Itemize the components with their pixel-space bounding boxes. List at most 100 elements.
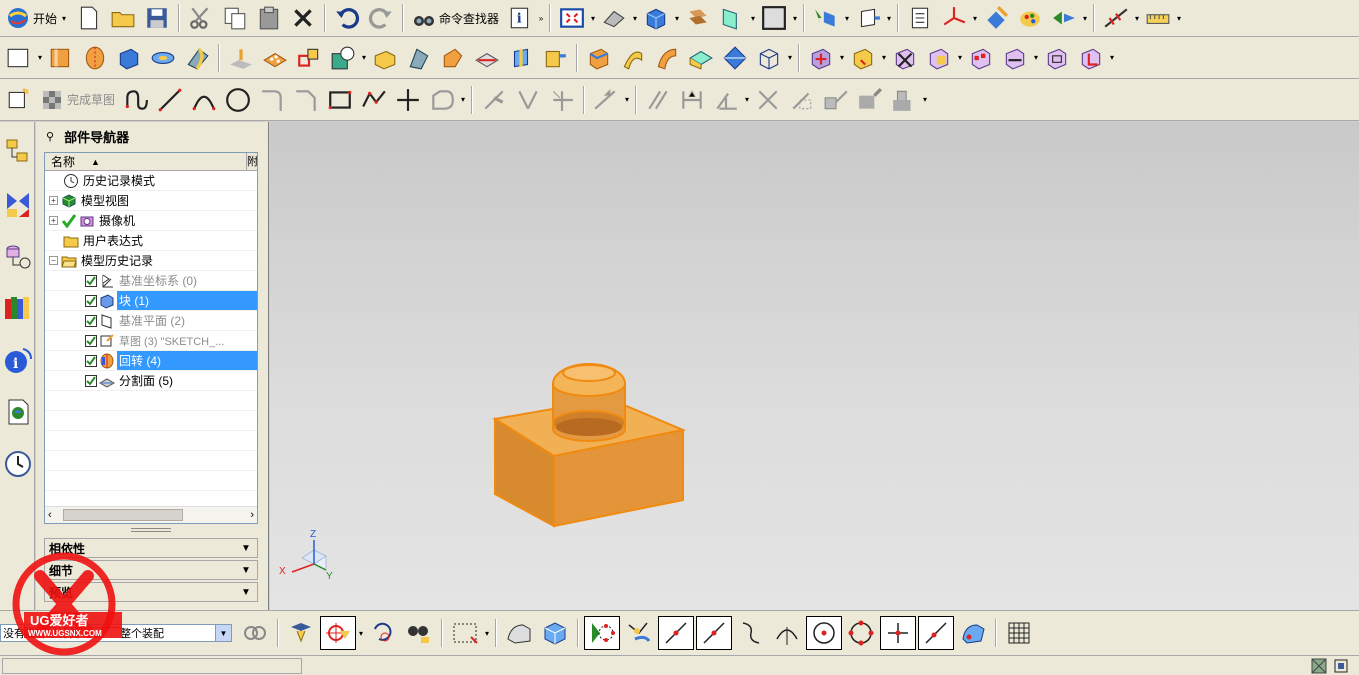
assembly-navigator-tab[interactable]: [1, 132, 34, 172]
offset-region-button[interactable]: [1041, 42, 1073, 74]
tree-item-camera[interactable]: + 摄像机: [45, 211, 257, 231]
part-navigator-tab[interactable]: [1, 236, 34, 276]
sweep-button[interactable]: [617, 42, 649, 74]
visibility-checkbox[interactable]: [85, 274, 97, 287]
pull-face-button[interactable]: [847, 42, 879, 74]
circle-button[interactable]: [222, 84, 254, 116]
expand-icon[interactable]: +: [49, 196, 58, 205]
chevron-down-icon[interactable]: ▾: [1081, 14, 1089, 23]
sketch-button[interactable]: [3, 42, 35, 74]
datum-plane-button[interactable]: [225, 42, 257, 74]
chevron-down-icon[interactable]: ▾: [921, 95, 929, 104]
delete-face-button[interactable]: [889, 42, 921, 74]
selection-intent-button[interactable]: [320, 616, 356, 650]
undo-button[interactable]: [331, 2, 363, 34]
alternate-solution-button[interactable]: [820, 84, 852, 116]
point-button[interactable]: [392, 84, 424, 116]
cut-button[interactable]: [185, 2, 217, 34]
show-constraints-button[interactable]: [676, 84, 708, 116]
scroll-left-icon[interactable]: ‹: [48, 509, 52, 521]
sketch-task-button[interactable]: [3, 84, 35, 116]
chevron-down-icon[interactable]: ▼: [239, 541, 253, 555]
tree-item-datum-csys[interactable]: 基准坐标系 (0): [45, 271, 257, 291]
tree-item-history-mode[interactable]: 历史记录模式: [45, 171, 257, 191]
navigator-tree[interactable]: 名称 ▲ 附 历史记录模式 + 模型视图 + 摄像机 用户表达式 − 模型历史记…: [44, 152, 258, 524]
copy-face-button[interactable]: [923, 42, 955, 74]
offset-curve-button[interactable]: [426, 84, 458, 116]
chevron-down-icon[interactable]: ▼: [239, 563, 253, 577]
tree-item-user-expressions[interactable]: 用户表达式: [45, 231, 257, 251]
constraint-navigator-tab[interactable]: [1, 184, 34, 224]
quick-extend-button[interactable]: [512, 84, 544, 116]
tree-item-divide-face[interactable]: 分割面 (5): [45, 371, 257, 391]
sketch-relations-button[interactable]: [888, 84, 920, 116]
selection-mode-icon[interactable]: [1311, 658, 1327, 674]
selection-filter-button[interactable]: [810, 2, 842, 34]
finish-sketch-button[interactable]: 完成草图: [36, 84, 119, 116]
end-point-button[interactable]: [658, 616, 694, 650]
scroll-right-icon[interactable]: ›: [250, 509, 254, 521]
convert-reference-button[interactable]: [786, 84, 818, 116]
through-curves-button[interactable]: [651, 42, 683, 74]
background-button[interactable]: [758, 2, 790, 34]
rotate-snap-button[interactable]: [366, 616, 400, 650]
chevron-down-icon[interactable]: ▾: [357, 629, 365, 638]
shell-button[interactable]: [369, 42, 401, 74]
selection-scope-value[interactable]: 整个装配: [118, 625, 166, 641]
chevron-down-icon[interactable]: ▾: [589, 14, 597, 23]
chevron-down-icon[interactable]: ▾: [673, 14, 681, 23]
panel-splitter[interactable]: [131, 528, 171, 532]
chevron-down-icon[interactable]: ▾: [1175, 14, 1183, 23]
control-point-button[interactable]: [734, 616, 768, 650]
polygon-button[interactable]: [358, 84, 390, 116]
tree-item-revolve[interactable]: 回转 (4): [45, 351, 257, 371]
paste-button[interactable]: [253, 2, 285, 34]
wireframe-button[interactable]: [753, 42, 785, 74]
block-button[interactable]: [113, 42, 145, 74]
visibility-checkbox[interactable]: [85, 294, 97, 307]
cylinder-button[interactable]: [147, 42, 179, 74]
line-button[interactable]: [154, 84, 186, 116]
chevron-down-icon[interactable]: ▾: [749, 14, 757, 23]
shaded-view-button[interactable]: [640, 2, 672, 34]
pin-icon[interactable]: ⚲: [46, 130, 54, 143]
information-list-button[interactable]: [904, 2, 936, 34]
chevron-down-icon[interactable]: ▾: [956, 53, 964, 62]
rectangle-button[interactable]: [324, 84, 356, 116]
start-button[interactable]: 开始 ▾: [2, 2, 72, 34]
rendering-style-button[interactable]: [598, 2, 630, 34]
chevron-down-icon[interactable]: ▾: [631, 14, 639, 23]
edit-object-button[interactable]: [980, 2, 1012, 34]
boss-top-recess[interactable]: [562, 364, 616, 382]
resize-face-button[interactable]: [999, 42, 1031, 74]
chevron-down-icon[interactable]: ▾: [36, 53, 44, 62]
auto-constrain-button[interactable]: [710, 84, 742, 116]
info-window-tab[interactable]: i: [1, 340, 34, 380]
save-button[interactable]: [141, 2, 173, 34]
tree-item-model-views[interactable]: + 模型视图: [45, 191, 257, 211]
chevron-down-icon[interactable]: ▾: [459, 95, 467, 104]
arc-button[interactable]: [188, 84, 220, 116]
horizontal-scrollbar[interactable]: ‹ ›: [45, 506, 257, 523]
show-hide-button[interactable]: [1048, 2, 1080, 34]
offset-face-button[interactable]: [539, 42, 571, 74]
geometric-constraint-button[interactable]: [642, 84, 674, 116]
chevron-down-icon[interactable]: ▾: [791, 14, 799, 23]
visibility-checkbox[interactable]: [85, 374, 97, 387]
chevron-down-icon[interactable]: ▾: [360, 53, 368, 62]
web-browser-tab[interactable]: [1, 392, 34, 432]
collapse-icon[interactable]: −: [49, 256, 58, 265]
reuse-library-tab[interactable]: [1, 288, 34, 328]
find-button[interactable]: [402, 616, 436, 650]
extra-column-header[interactable]: 附: [247, 153, 257, 170]
trim-body-button[interactable]: [505, 42, 537, 74]
visibility-checkbox[interactable]: [85, 354, 97, 367]
edge-blend-button[interactable]: [181, 42, 213, 74]
toolbar-overflow-icon[interactable]: »: [537, 14, 545, 23]
scrollbar-thumb[interactable]: [63, 509, 183, 521]
chevron-down-icon[interactable]: ▾: [623, 95, 631, 104]
chevron-down-icon[interactable]: ▾: [885, 14, 893, 23]
history-tab[interactable]: [1, 444, 34, 484]
chevron-down-icon[interactable]: ▾: [838, 53, 846, 62]
expand-icon[interactable]: +: [49, 216, 58, 225]
